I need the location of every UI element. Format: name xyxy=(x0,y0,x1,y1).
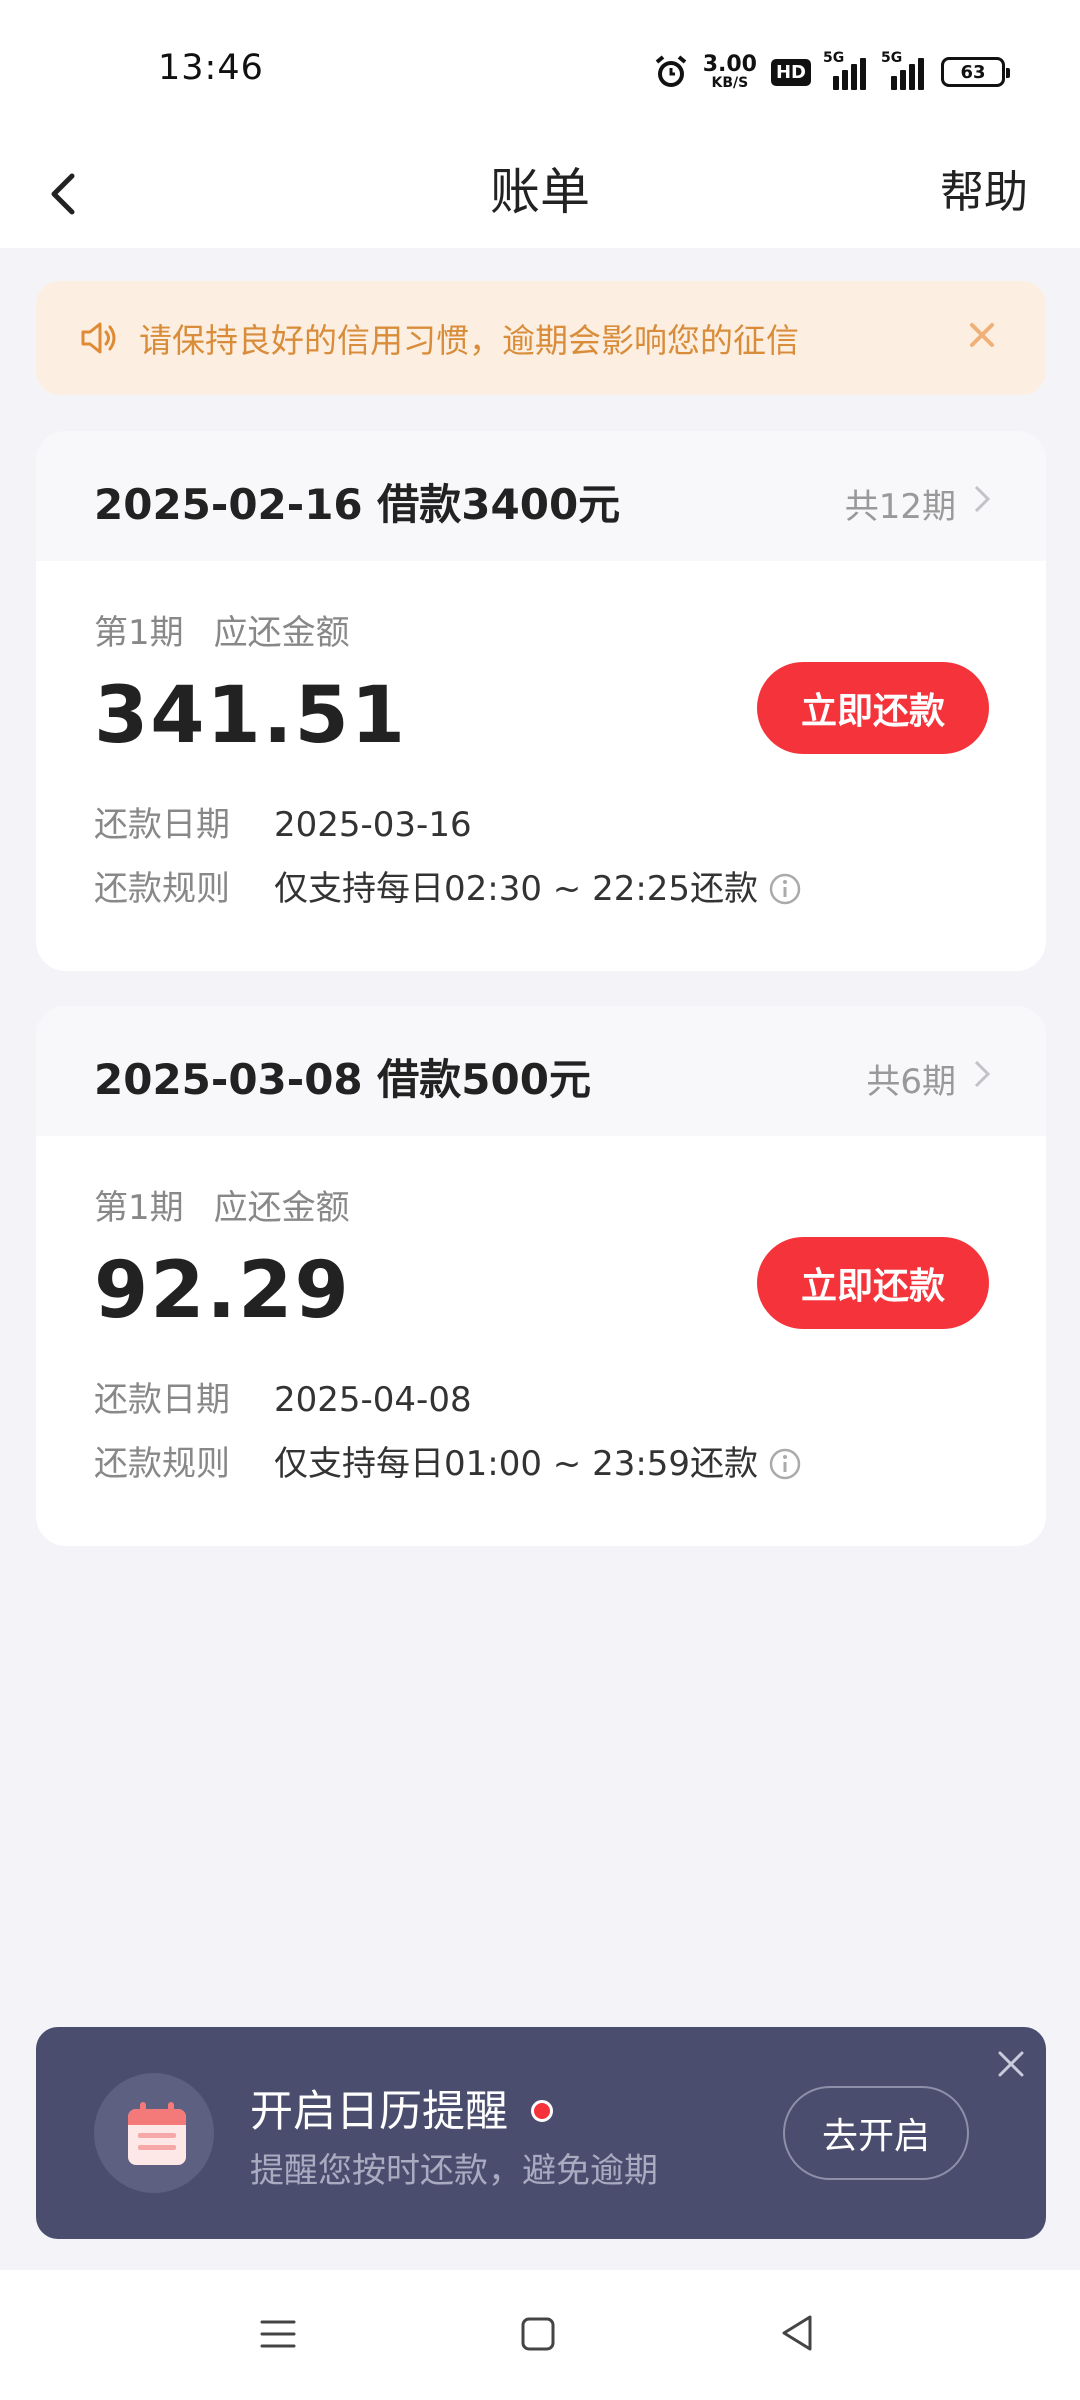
chevron-right-icon xyxy=(974,1060,991,1088)
loan-periods: 共12期 xyxy=(844,487,956,527)
network-speed: 3.00 KB/S xyxy=(702,52,757,91)
info-icon[interactable] xyxy=(768,872,802,906)
chevron-right-icon xyxy=(974,485,991,513)
alarm-icon xyxy=(655,55,686,87)
speaker-icon xyxy=(81,322,116,354)
repay-now-button[interactable]: 立即还款 xyxy=(757,1237,989,1329)
repay-now-button[interactable]: 立即还款 xyxy=(757,662,989,754)
due-amount: 92.29 xyxy=(94,1246,351,1336)
page-title: 账单 xyxy=(490,163,590,221)
system-navigation-bar xyxy=(0,2270,1080,2400)
menu-icon[interactable] xyxy=(258,2314,298,2354)
installment-label: 第1期 xyxy=(94,613,184,653)
loan-card: 2025-02-16 借款3400元 共12期 第1期 应还金额 341.51 立… xyxy=(36,431,1046,971)
repay-date-value: 2025-04-08 xyxy=(274,1380,472,1420)
loan-card-body: 第1期 应还金额 92.29 立即还款 还款日期 2025-04-08 还款规则 仅支… xyxy=(36,1136,1046,1546)
home-icon[interactable] xyxy=(520,2314,556,2354)
calendar-reminder-banner: 开启日历提醒 提醒您按时还款，避免逾期 去开启 xyxy=(36,2027,1046,2239)
repay-rule-value: 仅支持每日01:00 ~ 23:59还款 xyxy=(274,1444,759,1484)
back-triangle-icon[interactable] xyxy=(778,2312,816,2354)
close-icon[interactable] xyxy=(996,2049,1026,2079)
signal-icon-2: 5G xyxy=(881,50,927,90)
repay-date-value: 2025-03-16 xyxy=(274,805,472,845)
status-bar: 13:46 3.00 KB/S HD 5G 5G 63 xyxy=(0,0,1080,140)
repay-rule-row: 还款规则 仅支持每日02:30 ~ 22:25还款 xyxy=(94,861,802,910)
battery-level: 63 xyxy=(960,61,986,83)
loan-card-header[interactable]: 2025-03-08 借款500元 共6期 xyxy=(36,1006,1046,1136)
help-link[interactable]: 帮助 xyxy=(940,156,1028,220)
battery-icon: 63 xyxy=(941,57,1010,87)
signal-1-label: 5G xyxy=(823,50,845,66)
network-speed-unit: KB/S xyxy=(711,75,749,91)
repay-rule-row: 还款规则 仅支持每日01:00 ~ 23:59还款 xyxy=(94,1436,802,1485)
due-amount-label: 应还金额 xyxy=(213,613,350,653)
status-time: 13:46 xyxy=(158,48,264,88)
network-speed-value: 3.00 xyxy=(702,52,757,77)
repay-date-row: 还款日期 2025-04-08 xyxy=(94,1372,472,1421)
notification-dot xyxy=(531,2100,553,2122)
due-label: 第1期 应还金额 xyxy=(94,1180,350,1229)
signal-icon-1: 5G xyxy=(823,50,869,90)
reminder-title: 开启日历提醒 xyxy=(250,2087,508,2137)
installment-label: 第1期 xyxy=(94,1188,184,1228)
loan-card: 2025-03-08 借款500元 共6期 第1期 应还金额 92.29 立即还款… xyxy=(36,1006,1046,1546)
due-amount: 341.51 xyxy=(94,671,407,761)
loan-card-body: 第1期 应还金额 341.51 立即还款 还款日期 2025-03-16 还款规则 仅… xyxy=(36,561,1046,971)
repay-rule-key: 还款规则 xyxy=(94,1444,230,1484)
repay-date-key: 还款日期 xyxy=(94,1380,230,1420)
reminder-subtitle: 提醒您按时还款，避免逾期 xyxy=(250,2151,658,2191)
due-amount-label: 应还金额 xyxy=(213,1188,350,1228)
enable-reminder-button[interactable]: 去开启 xyxy=(783,2086,969,2180)
repay-date-row: 还款日期 2025-03-16 xyxy=(94,797,472,846)
loan-periods: 共6期 xyxy=(866,1062,956,1102)
nav-bar: 账单 帮助 xyxy=(0,140,1080,248)
calendar-icon xyxy=(128,2102,186,2165)
loan-title: 2025-02-16 借款3400元 xyxy=(94,480,621,529)
close-icon[interactable] xyxy=(962,315,1002,355)
loan-card-header[interactable]: 2025-02-16 借款3400元 共12期 xyxy=(36,431,1046,561)
status-icons: 3.00 KB/S HD 5G 5G 63 xyxy=(653,50,1010,94)
credit-notice-banner: 请保持良好的信用习惯，逾期会影响您的征信 xyxy=(36,281,1046,395)
repay-date-key: 还款日期 xyxy=(94,805,230,845)
info-icon[interactable] xyxy=(768,1447,802,1481)
repay-rule-key: 还款规则 xyxy=(94,869,230,909)
signal-2-label: 5G xyxy=(881,50,903,66)
notice-text: 请保持良好的信用习惯，逾期会影响您的征信 xyxy=(139,321,799,360)
due-label: 第1期 应还金额 xyxy=(94,605,350,654)
hd-icon: HD xyxy=(770,58,811,86)
repay-rule-value: 仅支持每日02:30 ~ 22:25还款 xyxy=(274,869,759,909)
loan-title: 2025-03-08 借款500元 xyxy=(94,1055,591,1104)
